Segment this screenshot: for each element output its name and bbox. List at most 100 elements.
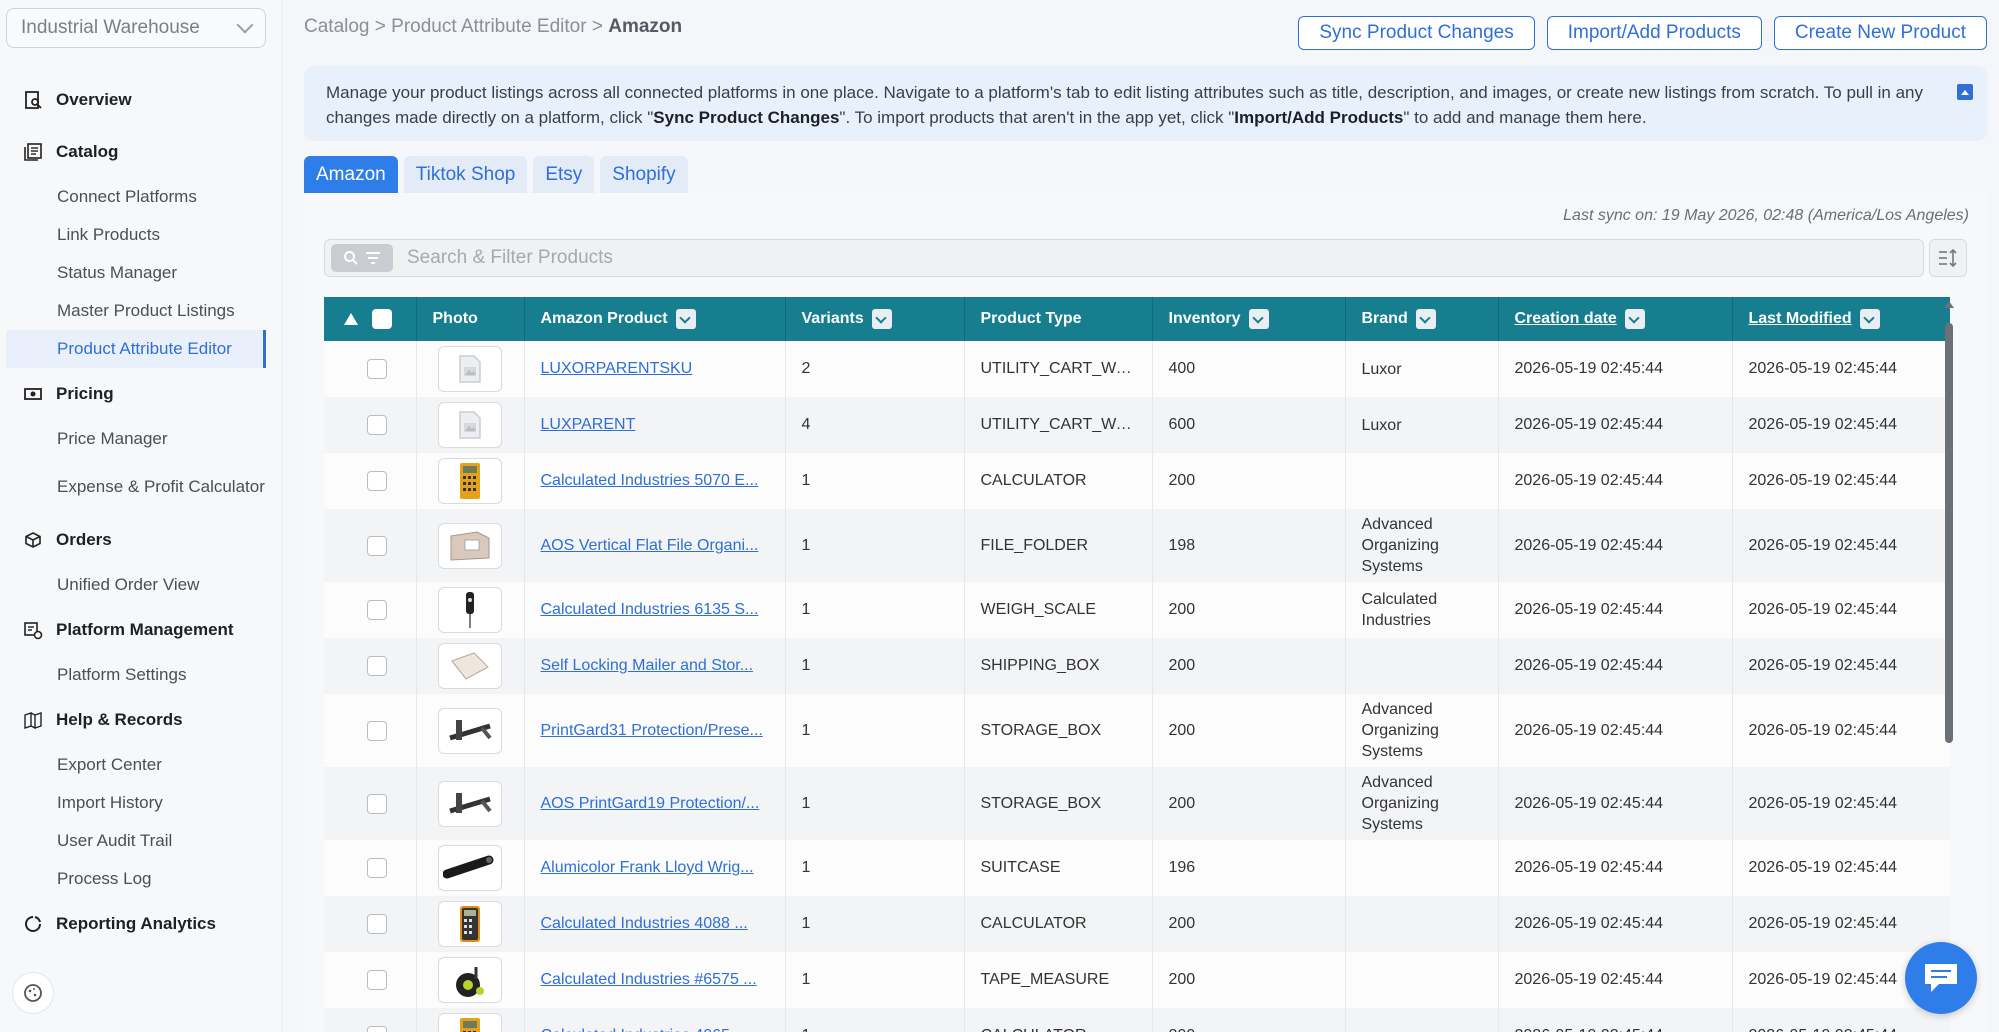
sidebar-section-help-records[interactable]: Help & Records — [0, 694, 282, 746]
product-link[interactable]: LUXORPARENTSKU — [541, 360, 693, 377]
product-thumbnail[interactable] — [438, 845, 502, 891]
row-checkbox[interactable] — [366, 720, 387, 741]
column-inventory[interactable]: Inventory — [1152, 297, 1346, 341]
row-checkbox[interactable] — [366, 656, 387, 676]
chat-support-button[interactable] — [1905, 942, 1977, 1014]
sidebar-section-label: Help & Records — [56, 710, 183, 729]
column-variants[interactable]: Variants — [785, 297, 965, 341]
row-brand-cell: Calculated Industries — [1345, 582, 1499, 638]
create-new-product-button[interactable]: Create New Product — [1773, 16, 1987, 50]
sidebar-section-catalog[interactable]: Catalog — [0, 126, 282, 178]
cookie-settings-button[interactable] — [12, 972, 54, 1014]
product-thumbnail[interactable] — [438, 1013, 502, 1032]
product-thumbnail[interactable] — [438, 643, 502, 689]
sidebar-item-status-manager[interactable]: Status Manager — [0, 254, 282, 292]
store-selector[interactable]: Industrial Warehouse — [6, 8, 266, 48]
column-dropdown-icon[interactable] — [1415, 309, 1436, 329]
product-thumbnail[interactable] — [438, 901, 502, 947]
column-dropdown-icon[interactable] — [675, 309, 696, 329]
sidebar-item-expense-profit-calculator[interactable]: Expense & Profit Calculator — [0, 458, 282, 514]
product-thumbnail[interactable] — [438, 522, 502, 569]
sidebar-item-platform-settings[interactable]: Platform Settings — [0, 656, 282, 694]
product-link[interactable]: Calculated Industries 6135 S... — [541, 601, 759, 618]
sidebar-item-export-center[interactable]: Export Center — [0, 746, 282, 784]
breadcrumb-product-attribute-editor[interactable]: Product Attribute Editor — [391, 16, 586, 37]
row-checkbox[interactable] — [366, 858, 387, 878]
product-thumbnail[interactable] — [438, 957, 502, 1003]
sync-product-changes-button[interactable]: Sync Product Changes — [1298, 16, 1535, 50]
column-amazon-product[interactable]: Amazon Product — [524, 297, 786, 341]
search-input[interactable] — [407, 247, 1807, 269]
product-thumbnail[interactable] — [438, 707, 502, 754]
column-product-label: Amazon Product — [540, 310, 668, 328]
row-checkbox[interactable] — [366, 1026, 387, 1032]
row-checkbox[interactable] — [366, 415, 387, 435]
select-all-checkbox[interactable] — [372, 309, 392, 329]
sidebar-section-overview[interactable]: Overview — [0, 74, 282, 126]
column-last-modified[interactable]: Last Modified — [1732, 297, 1950, 341]
product-thumbnail[interactable] — [438, 402, 502, 448]
row-checkbox[interactable] — [366, 914, 387, 934]
row-checkbox[interactable] — [366, 793, 387, 814]
row-product-type-cell: CALCULATOR — [964, 453, 1153, 509]
column-dropdown-icon[interactable] — [1624, 309, 1645, 329]
scrollbar-thumb[interactable] — [1945, 323, 1953, 743]
product-link[interactable]: Alumicolor Frank Lloyd Wrig... — [541, 859, 754, 876]
column-brand[interactable]: Brand — [1345, 297, 1499, 341]
column-photo-label: Photo — [432, 310, 478, 327]
import-add-products-button[interactable]: Import/Add Products — [1546, 16, 1762, 50]
breadcrumb-catalog[interactable]: Catalog — [304, 16, 370, 37]
tab-amazon[interactable]: Amazon — [304, 156, 398, 193]
sidebar-section-platform-management[interactable]: Platform Management — [0, 604, 282, 656]
product-thumbnail[interactable] — [438, 587, 502, 633]
sidebar-item-product-attribute-editor[interactable]: Product Attribute Editor — [6, 330, 266, 368]
column-dropdown-icon[interactable] — [871, 309, 892, 329]
sidebar-item-connect-platforms[interactable]: Connect Platforms — [0, 178, 282, 216]
sidebar-section-label: Catalog — [56, 142, 119, 161]
sort-asc-icon[interactable] — [344, 313, 358, 325]
sort-button[interactable] — [1929, 239, 1967, 277]
sidebar-section-orders[interactable]: Orders — [0, 514, 282, 566]
row-checkbox[interactable] — [366, 471, 387, 491]
product-link[interactable]: Calculated Industries #6575 ... — [541, 971, 757, 988]
sidebar-item-process-log[interactable]: Process Log — [0, 860, 282, 898]
scroll-up-icon[interactable] — [1944, 301, 1954, 308]
column-dropdown-icon[interactable] — [1859, 309, 1880, 329]
product-link[interactable]: Calculated Industries 4065 ... — [541, 1027, 748, 1032]
collapse-info-icon[interactable] — [1957, 84, 1973, 100]
sidebar-item-user-audit-trail[interactable]: User Audit Trail — [0, 822, 282, 860]
product-link[interactable]: AOS Vertical Flat File Organi... — [541, 537, 759, 554]
cookie-icon — [24, 984, 42, 1002]
product-link[interactable]: PrintGard31 Protection/Prese... — [541, 722, 763, 739]
product-link[interactable]: Calculated Industries 5070 E... — [541, 472, 759, 489]
search-filter-toggle[interactable] — [331, 244, 393, 272]
sidebar-section-pricing[interactable]: Pricing — [0, 368, 282, 420]
row-checkbox[interactable] — [366, 600, 387, 620]
row-checkbox[interactable] — [366, 970, 387, 990]
sidebar-item-link-products[interactable]: Link Products — [0, 216, 282, 254]
sidebar-item-import-history[interactable]: Import History — [0, 784, 282, 822]
product-thumbnail[interactable] — [438, 346, 502, 392]
sidebar-section-reporting-analytics[interactable]: Reporting Analytics — [0, 898, 282, 950]
row-brand-cell: Luxor — [1345, 397, 1499, 453]
column-creation-date[interactable]: Creation date — [1498, 297, 1733, 341]
row-product-type-cell: CALCULATOR — [964, 896, 1153, 952]
column-dropdown-icon[interactable] — [1248, 309, 1269, 329]
row-checkbox[interactable] — [366, 535, 387, 556]
product-link[interactable]: Calculated Industries 4088 ... — [541, 915, 748, 932]
sidebar-item-master-product-listings[interactable]: Master Product Listings — [0, 292, 282, 330]
product-thumbnail[interactable] — [438, 780, 502, 827]
product-link[interactable]: AOS PrintGard19 Protection/... — [541, 795, 760, 812]
product-link[interactable]: LUXPARENT — [541, 416, 636, 433]
table-scrollbar[interactable] — [1943, 297, 1955, 1032]
tab-shopify[interactable]: Shopify — [600, 156, 688, 193]
row-checkbox[interactable] — [366, 359, 387, 379]
tab-tiktok-shop[interactable]: Tiktok Shop — [403, 156, 528, 193]
product-link[interactable]: Self Locking Mailer and Stor... — [541, 657, 754, 674]
product-thumbnail[interactable] — [438, 458, 502, 504]
column-brand-label: Brand — [1361, 310, 1408, 328]
tab-etsy[interactable]: Etsy — [533, 156, 595, 193]
row-product-type-cell: SUITCASE — [964, 840, 1153, 896]
sidebar-item-price-manager[interactable]: Price Manager — [0, 420, 282, 458]
sidebar-item-unified-order-view[interactable]: Unified Order View — [0, 566, 282, 604]
